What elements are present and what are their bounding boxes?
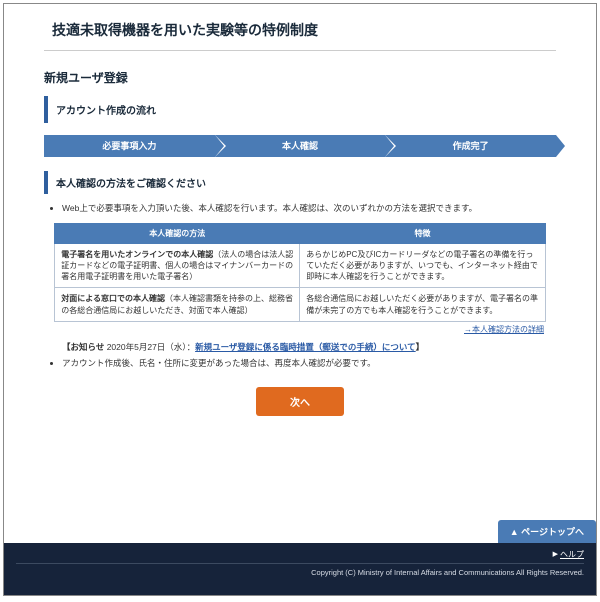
post-note: アカウント作成後、氏名・住所に変更があった場合は、再度本人確認が必要です。: [62, 357, 556, 370]
step-verify: 本人確認: [215, 135, 386, 157]
table-row: 電子署名を用いたオンラインでの本人確認（法人の場合は法人認証カードなどの電子証明…: [55, 243, 546, 288]
notice-prefix: 【お知らせ: [62, 342, 104, 352]
table-row: 対面による窓口での本人確認（本人確認書類を持参の上、総務省の各総合通信局にお越し…: [55, 288, 546, 321]
method-label: 電子署名を用いたオンラインでの本人確認: [61, 250, 213, 259]
method-cell: 電子署名を用いたオンラインでの本人確認（法人の場合は法人認証カードなどの電子証明…: [55, 243, 300, 288]
methods-table: 本人確認の方法 特徴 電子署名を用いたオンラインでの本人確認（法人の場合は法人認…: [54, 223, 546, 322]
flow-heading: アカウント作成の流れ: [44, 96, 556, 123]
site-title: 技適未取得機器を用いた実験等の特例制度: [52, 20, 596, 40]
notice-date: 2020年5月27日（水）: [104, 342, 186, 352]
step-input: 必要事項入力: [44, 135, 215, 157]
next-button[interactable]: 次へ: [256, 387, 344, 416]
triangle-icon: ▶: [553, 550, 558, 558]
section-heading: 本人確認の方法をご確認ください: [44, 171, 556, 194]
feature-cell: あらかじめPC及びICカードリーダなどの電子署名の準備を行っていただく必要があり…: [300, 243, 546, 288]
detail-link[interactable]: →本人確認方法の詳細: [464, 325, 544, 334]
notice: 【お知らせ 2020年5月27日（水）：新規ユーザ登録に係る臨時措置（郵送での手…: [62, 341, 556, 353]
feature-cell: 各総合通信局にお越しいただく必要がありますが、電子署名の準備が未完了の方でも本人…: [300, 288, 546, 321]
intro-text: Web上で必要事項を入力頂いた後、本人確認を行います。本人確認は、次のいずれかの…: [62, 202, 556, 215]
help-label: ヘルプ: [560, 550, 584, 559]
header: 技適未取得機器を用いた実験等の特例制度: [4, 4, 596, 46]
th-method: 本人確認の方法: [55, 223, 300, 243]
th-feature: 特徴: [300, 223, 546, 243]
notice-colon: ：: [187, 342, 196, 352]
copyright: Copyright (C) Ministry of Internal Affai…: [16, 563, 584, 577]
flow-heading-label: アカウント作成の流れ: [56, 102, 548, 117]
help-link[interactable]: ▶ヘルプ: [16, 549, 584, 563]
method-label: 対面による窓口での本人確認: [61, 294, 165, 303]
notice-link[interactable]: 新規ユーザ登録に係る臨時措置（郵送での手続）について: [195, 342, 416, 352]
step-complete: 作成完了: [385, 135, 556, 157]
page-title: 新規ユーザ登録: [44, 69, 556, 86]
method-cell: 対面による窓口での本人確認（本人確認書類を持参の上、総務省の各総合通信局にお越し…: [55, 288, 300, 321]
footer-bar: ▶ヘルプ Copyright (C) Ministry of Internal …: [4, 543, 596, 595]
notice-suffix: 】: [416, 342, 425, 352]
section-heading-label: 本人確認の方法をご確認ください: [56, 175, 548, 190]
detail-link-row: →本人確認方法の詳細: [44, 324, 544, 335]
pagetop-button[interactable]: ▲ ページトップへ: [498, 520, 596, 543]
progress-steps: 必要事項入力 本人確認 作成完了: [44, 135, 556, 157]
